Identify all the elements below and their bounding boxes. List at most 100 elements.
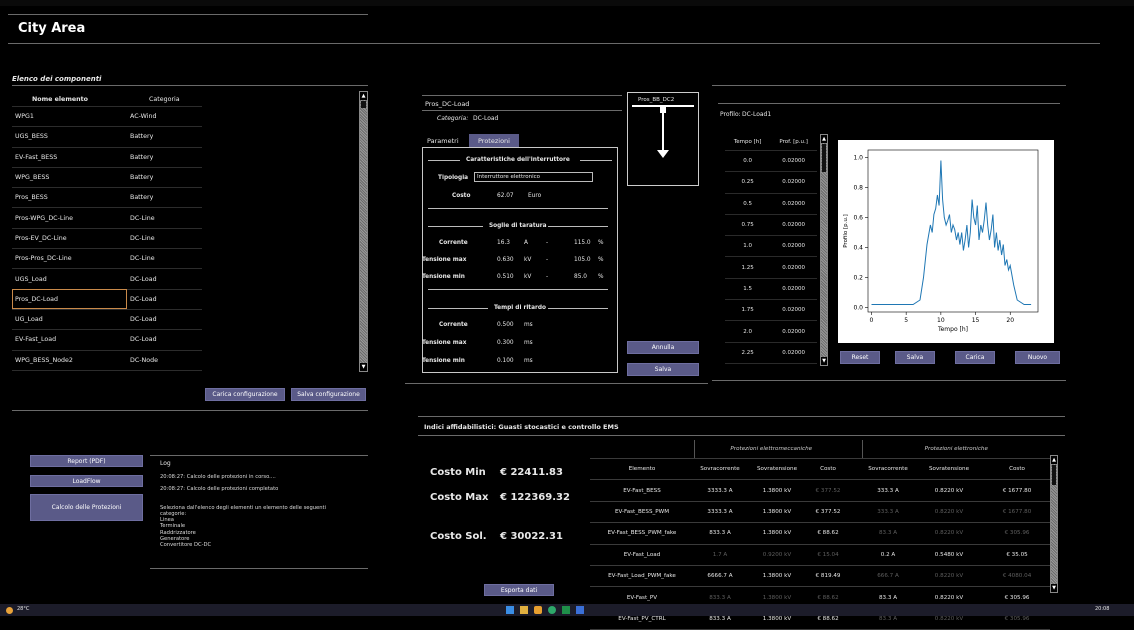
loadflow-button[interactable]: LoadFlow (30, 475, 143, 487)
browser-icon[interactable] (548, 606, 556, 614)
threshold-pct[interactable]: 115.0 (574, 240, 591, 246)
profile-time: 1.25 (725, 256, 771, 279)
component-row[interactable]: Pros-WPG_DC-Line DC-Line (12, 207, 202, 229)
scroll-thumb[interactable] (361, 101, 366, 108)
scroll-down-icon[interactable]: ▼ (360, 363, 367, 371)
reliability-row[interactable]: EV-Fast_BESS 3333.3 A 1.3800 kV € 377.52 333… (590, 479, 1051, 502)
electromech-overcurrent: 3333.3 A (694, 479, 746, 502)
component-row[interactable]: EV-Fast_Load DC-Load (12, 329, 202, 351)
profile-scrollbar[interactable]: ▲ ▼ (820, 134, 828, 366)
reliability-row[interactable]: EV-Fast_BESS_PWM 3333.3 A 1.3800 kV € 377.5… (590, 501, 1051, 524)
report-pdf-button[interactable]: Report (PDF) (30, 455, 143, 467)
reliability-element: EV-Fast_Load_PWM_fake (590, 565, 694, 588)
threshold-value[interactable]: 0.510 (497, 274, 514, 280)
load-config-button[interactable]: Carica configurazione (205, 388, 285, 401)
component-name: Pros-EV_DC-Line (12, 228, 127, 250)
save-profile-button[interactable]: Salva (895, 351, 935, 364)
electronic-cost: € 305.96 (984, 522, 1051, 545)
component-row[interactable]: Pros-Pros_DC-Line DC-Line (12, 248, 202, 270)
component-name: WPG_BESS_Node2 (12, 350, 127, 371)
profile-time: 0.5 (725, 193, 771, 215)
delay-value[interactable]: 0.500 (497, 322, 514, 328)
reliability-scroll-down-icon[interactable]: ▼ (1051, 584, 1057, 592)
profile-scroll-down-icon[interactable]: ▼ (821, 357, 827, 365)
component-row[interactable]: WPG_BESS Battery (12, 167, 202, 189)
reliability-row[interactable]: EV-Fast_Load_PWM_fake 6666.7 A 1.3800 kV € … (590, 565, 1051, 588)
component-row[interactable]: Pros_BESS Battery (12, 187, 202, 209)
log-bottom-rule (150, 568, 368, 569)
reliability-row[interactable]: EV-Fast_BESS_PWM_fake 833.3 A 1.3800 kV € 8… (590, 522, 1051, 545)
electromech-overcurrent: 1.7 A (694, 544, 746, 566)
threshold-pct[interactable]: 105.0 (574, 257, 591, 263)
component-row[interactable]: UG_Load DC-Load (12, 309, 202, 331)
save-element-button[interactable]: Salva (627, 363, 699, 376)
breaker-header: Caratteristiche dell'interruttore (466, 157, 570, 163)
weather-icon[interactable] (6, 607, 13, 614)
reliability-scrollbar[interactable]: ▲ ▼ (1050, 455, 1058, 593)
component-row[interactable]: UGS_BESS Battery (12, 126, 202, 148)
tab-protections[interactable]: Protezioni (469, 134, 519, 148)
export-data-button[interactable]: Esporta dati (484, 584, 554, 596)
profile-row[interactable]: 1.75 0.02000 (725, 299, 817, 322)
x-tick-label: 15 (972, 317, 980, 324)
delay-value[interactable]: 0.300 (497, 340, 514, 346)
y-tick-label: 0.4 (853, 245, 863, 252)
tab-parameters[interactable]: Parametri (427, 137, 459, 145)
threshold-pct[interactable]: 85.0 (574, 274, 587, 280)
electromech-overcurrent: 833.3 A (694, 522, 746, 545)
threshold-pct-unit: % (598, 274, 604, 280)
profile-row[interactable]: 0.0 0.02000 (725, 150, 817, 173)
component-row[interactable]: WPG1 AC-Wind (12, 106, 202, 128)
profile-row[interactable]: 1.0 0.02000 (725, 235, 817, 258)
excel-icon[interactable] (562, 606, 570, 614)
profile-scroll-up-icon[interactable]: ▲ (821, 135, 827, 143)
folder-icon[interactable] (520, 606, 528, 614)
y-axis-label: Profilo [p.u.] (843, 214, 849, 248)
type-field[interactable]: Interruttore elettronico (474, 172, 593, 182)
category-label: Categoria: (437, 115, 469, 122)
threshold-value[interactable]: 0.630 (497, 257, 514, 263)
python-icon[interactable] (576, 606, 584, 614)
cost-max-label: Costo Max (430, 492, 489, 503)
threshold-dash: - (546, 240, 549, 246)
profile-name: DC-Load1 (742, 111, 772, 118)
electronic-cost: € 1677.80 (984, 479, 1051, 502)
profile-row[interactable]: 0.25 0.02000 (725, 171, 817, 194)
cancel-button[interactable]: Annulla (627, 341, 699, 354)
profile-scroll-thumb[interactable] (822, 144, 826, 172)
profile-row[interactable]: 0.75 0.02000 (725, 214, 817, 237)
app-icon[interactable] (534, 606, 542, 614)
reliability-scroll-thumb[interactable] (1052, 465, 1056, 485)
component-row[interactable]: WPG_BESS_Node2 DC-Node (12, 350, 202, 371)
profile-top-rule (712, 85, 1066, 86)
profile-chart-svg: 0 5 10 15 20 0.0 0.2 0.4 0.6 0.8 1.0 Tempo [h] Profi… (843, 149, 1039, 333)
load-profile-button[interactable]: Carica (955, 351, 995, 364)
reliability-header: Costo (808, 457, 849, 481)
log-output: 20:08:27: Calcolo delle protezioni in co… (160, 474, 365, 549)
component-row[interactable]: Pros_BB_DC2DC-Node (12, 370, 202, 373)
new-profile-button[interactable]: Nuovo (1015, 351, 1060, 364)
y-tick-label: 0.0 (853, 305, 863, 312)
component-row[interactable]: EV-Fast_BESS Battery (12, 147, 202, 168)
thresholds-end-rule (428, 289, 608, 290)
profile-row[interactable]: 2.0 0.02000 (725, 320, 817, 343)
component-row[interactable]: UGS_Load DC-Load (12, 268, 202, 290)
reliability-row[interactable]: EV-Fast_Load 1.7 A 0.9200 kV € 15.04 0.2 A 0.… (590, 544, 1051, 566)
profile-row[interactable]: 1.25 0.02000 (725, 256, 817, 279)
profile-row[interactable]: 2.25 0.02000 (725, 342, 817, 364)
threshold-value[interactable]: 16.3 (497, 240, 510, 246)
profile-row[interactable]: 1.5 0.02000 (725, 278, 817, 301)
scroll-up-icon[interactable]: ▲ (360, 92, 367, 100)
components-scrollbar[interactable]: ▲ ▼ (359, 91, 368, 372)
calc-protections-button[interactable]: Calcolo delle Protezioni (30, 494, 143, 521)
component-row[interactable]: Pros-EV_DC-Line DC-Line (12, 228, 202, 250)
save-config-button[interactable]: Salva configurazione (291, 388, 366, 401)
reliability-scroll-up-icon[interactable]: ▲ (1051, 456, 1057, 464)
reset-button[interactable]: Reset (840, 351, 880, 364)
profile-row[interactable]: 2.50.02000 (725, 363, 817, 367)
delay-value[interactable]: 0.100 (497, 358, 514, 364)
profile-row[interactable]: 0.5 0.02000 (725, 193, 817, 215)
component-category: DC-Load (127, 268, 202, 290)
component-row[interactable]: Pros_DC-Load DC-Load (12, 289, 202, 310)
start-icon[interactable] (506, 606, 514, 614)
